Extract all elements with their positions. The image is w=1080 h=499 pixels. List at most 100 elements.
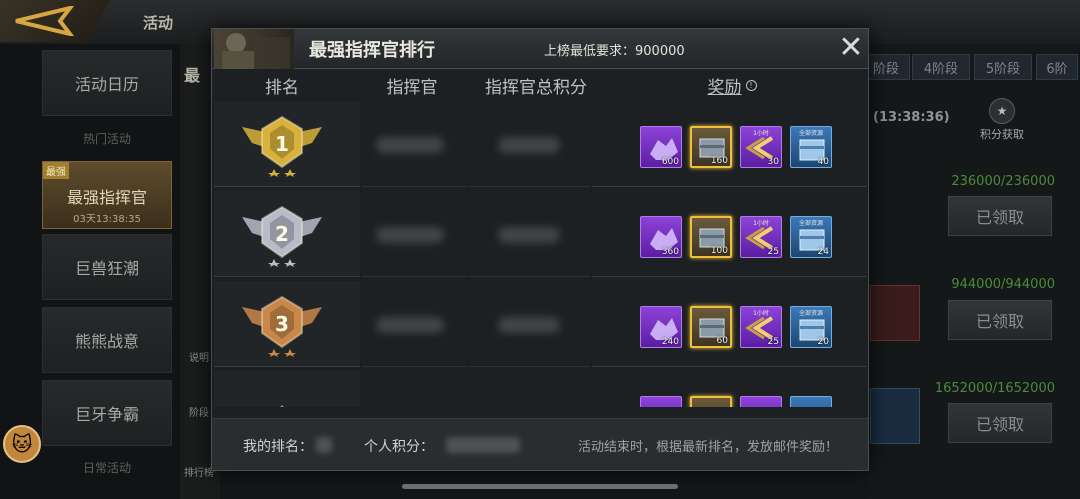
score-get-label: 积分获取 bbox=[980, 128, 1024, 141]
reward-item-box[interactable]: 全部资源 20 bbox=[790, 306, 832, 348]
min-requirement: 上榜最低要求：900000 bbox=[544, 44, 685, 59]
column-header-rank: 排名 bbox=[265, 77, 299, 98]
stage-button[interactable]: 阶段 bbox=[184, 404, 214, 419]
reward-item-count: 25 bbox=[767, 337, 779, 347]
reward-item[interactable] bbox=[640, 396, 682, 407]
reward-item-count: 600 bbox=[661, 157, 679, 167]
reward-item[interactable] bbox=[690, 396, 732, 407]
sidebar-item-bear[interactable]: 熊熊战意 bbox=[42, 307, 172, 373]
rank-cell: 1 bbox=[214, 101, 360, 187]
score-value-blurred bbox=[498, 317, 560, 333]
reward-item-chest[interactable]: 160 bbox=[690, 126, 732, 168]
claimed-button[interactable]: 已领取 bbox=[948, 300, 1052, 340]
reward-item-count: 240 bbox=[661, 337, 679, 347]
my-score-label: 个人积分： bbox=[364, 439, 434, 455]
reward-item-count: 160 bbox=[710, 156, 728, 166]
sidebar-item-fang[interactable]: 巨牙争霸 bbox=[42, 380, 172, 446]
leaderboard-modal: 最强指挥官排行 上榜最低要求：900000 ✕ 排名 指挥官 指挥官总积分 奖励… bbox=[211, 28, 869, 471]
column-header-reward[interactable]: 奖励 ! bbox=[692, 69, 772, 101]
commander-portrait bbox=[214, 29, 294, 69]
rank-cell: 3 bbox=[214, 281, 360, 367]
reward-item-speedup[interactable]: 1小时 25 bbox=[740, 306, 782, 348]
info-icon[interactable]: ! bbox=[745, 79, 757, 91]
reward-item-label: 1小时 bbox=[753, 310, 769, 317]
reward-item-label: 全部资源 bbox=[798, 130, 823, 137]
reward-item-speedup[interactable]: 1小时 30 bbox=[740, 126, 782, 168]
claimed-button[interactable]: 已领取 bbox=[948, 403, 1052, 443]
reward-item-count: 100 bbox=[710, 246, 728, 256]
commander-name-blurred bbox=[376, 317, 444, 333]
reward-note: 活动结束时，根据最新排名，发放邮件奖励！ bbox=[578, 440, 839, 455]
reward-item-label: 全部资源 bbox=[798, 220, 823, 227]
reward-item-count: 20 bbox=[817, 337, 829, 347]
sidebar-subheader-hot: 热门活动 bbox=[82, 132, 131, 146]
back-button[interactable] bbox=[0, 0, 110, 42]
reward-item-count: 40 bbox=[817, 157, 829, 167]
reward-item-label: 1小时 bbox=[753, 220, 769, 227]
reward-item-box[interactable]: 全部资源 24 bbox=[790, 216, 832, 258]
table-row: 2 360 100 1小时 25 全部资源 24 bbox=[214, 191, 866, 279]
modal-title: 最强指挥官排行 bbox=[309, 40, 435, 61]
task-progress: 944000/944000 bbox=[951, 277, 1055, 292]
score-cell bbox=[470, 281, 590, 367]
close-icon[interactable]: ✕ bbox=[836, 33, 866, 64]
stage-tab-3[interactable]: 阶段 bbox=[862, 54, 910, 80]
rank-medal-icon: 2 bbox=[242, 205, 322, 267]
rank-number: 1 bbox=[275, 132, 289, 156]
reward-item-chest[interactable]: 60 bbox=[690, 306, 732, 348]
stage-tab-4[interactable]: 4阶段 bbox=[912, 54, 970, 80]
task-progress: 1652000/1652000 bbox=[934, 381, 1055, 396]
reward-item-count: 24 bbox=[817, 247, 829, 257]
my-score-value bbox=[446, 437, 520, 453]
score-value-blurred bbox=[498, 227, 560, 243]
table-row bbox=[214, 371, 866, 407]
screen-title: 活动 bbox=[143, 14, 174, 32]
leaderboard-list[interactable]: 1 600 160 1小时 30 全部资源 40 2 360 100 1小时 25 全部资源 24 3 240… bbox=[212, 101, 868, 407]
task-progress: 236000/236000 bbox=[951, 174, 1055, 189]
reward-item-crystal[interactable]: 240 bbox=[640, 306, 682, 348]
reward-item-chest[interactable]: 100 bbox=[690, 216, 732, 258]
sidebar-item-beast[interactable]: 巨兽狂潮 bbox=[42, 234, 172, 300]
reward-item-crystal[interactable]: 600 bbox=[640, 126, 682, 168]
rank-medal-icon bbox=[280, 405, 284, 407]
column-header-commander: 指挥官 bbox=[386, 77, 438, 98]
sidebar-item-label: 最强指挥官 bbox=[66, 188, 147, 207]
rank-cell: 2 bbox=[214, 191, 360, 277]
column-header-score: 指挥官总积分 bbox=[485, 77, 587, 98]
reward-item-count: 60 bbox=[716, 336, 728, 346]
modal-footer: 我的排名： 个人积分： 活动结束时，根据最新排名，发放邮件奖励！ bbox=[212, 418, 868, 470]
reward-item-crystal[interactable]: 360 bbox=[640, 216, 682, 258]
sidebar-item-timer: 03天13:38:35 bbox=[73, 214, 141, 225]
help-button[interactable]: 说明 bbox=[184, 349, 214, 364]
sidebar-item-calendar[interactable]: 活动日历 bbox=[42, 50, 172, 116]
reward-item-speedup[interactable]: 1小时 25 bbox=[740, 216, 782, 258]
score-get-button[interactable]: ★ 积分获取 bbox=[974, 98, 1030, 142]
home-indicator[interactable] bbox=[402, 484, 678, 489]
reward-item[interactable] bbox=[740, 396, 782, 407]
reward-item[interactable] bbox=[790, 396, 832, 407]
sidebar-tag: 最强 bbox=[43, 162, 69, 179]
score-cell bbox=[470, 191, 590, 277]
rank-medal-icon: 1 bbox=[242, 115, 322, 177]
commander-cell bbox=[362, 191, 468, 277]
sidebar-item-strongest-commander[interactable]: 最强 最强指挥官 03天13:38:35 bbox=[42, 161, 172, 229]
modal-header: 最强指挥官排行 上榜最低要求：900000 ✕ bbox=[212, 29, 868, 69]
stage-tab-5[interactable]: 5阶段 bbox=[974, 54, 1032, 80]
table-row: 3 240 60 1小时 25 全部资源 20 bbox=[214, 281, 866, 369]
reward-cell: 600 160 1小时 30 全部资源 40 bbox=[592, 101, 866, 187]
stage-tab-6[interactable]: 6阶 bbox=[1036, 54, 1078, 80]
claimed-button[interactable]: 已领取 bbox=[948, 196, 1052, 236]
stage-timer: (13:38:36) bbox=[873, 110, 950, 125]
rank-cell bbox=[214, 371, 360, 407]
score-cell bbox=[470, 101, 590, 187]
reward-cell: 360 100 1小时 25 全部资源 24 bbox=[592, 191, 866, 277]
event-title-fragment: 最 bbox=[184, 66, 201, 85]
cat-assistant-icon[interactable]: 🐱 bbox=[3, 425, 41, 463]
reward-item-box[interactable]: 全部资源 40 bbox=[790, 126, 832, 168]
sidebar-subheader-daily: 日常活动 bbox=[82, 461, 131, 475]
commander-name-blurred bbox=[376, 227, 444, 243]
my-rank-value bbox=[316, 437, 332, 453]
leaderboard-button[interactable]: 排行榜 bbox=[184, 464, 214, 479]
reward-item-count: 30 bbox=[767, 157, 779, 167]
reward-cell: 240 60 1小时 25 全部资源 20 bbox=[592, 281, 866, 367]
